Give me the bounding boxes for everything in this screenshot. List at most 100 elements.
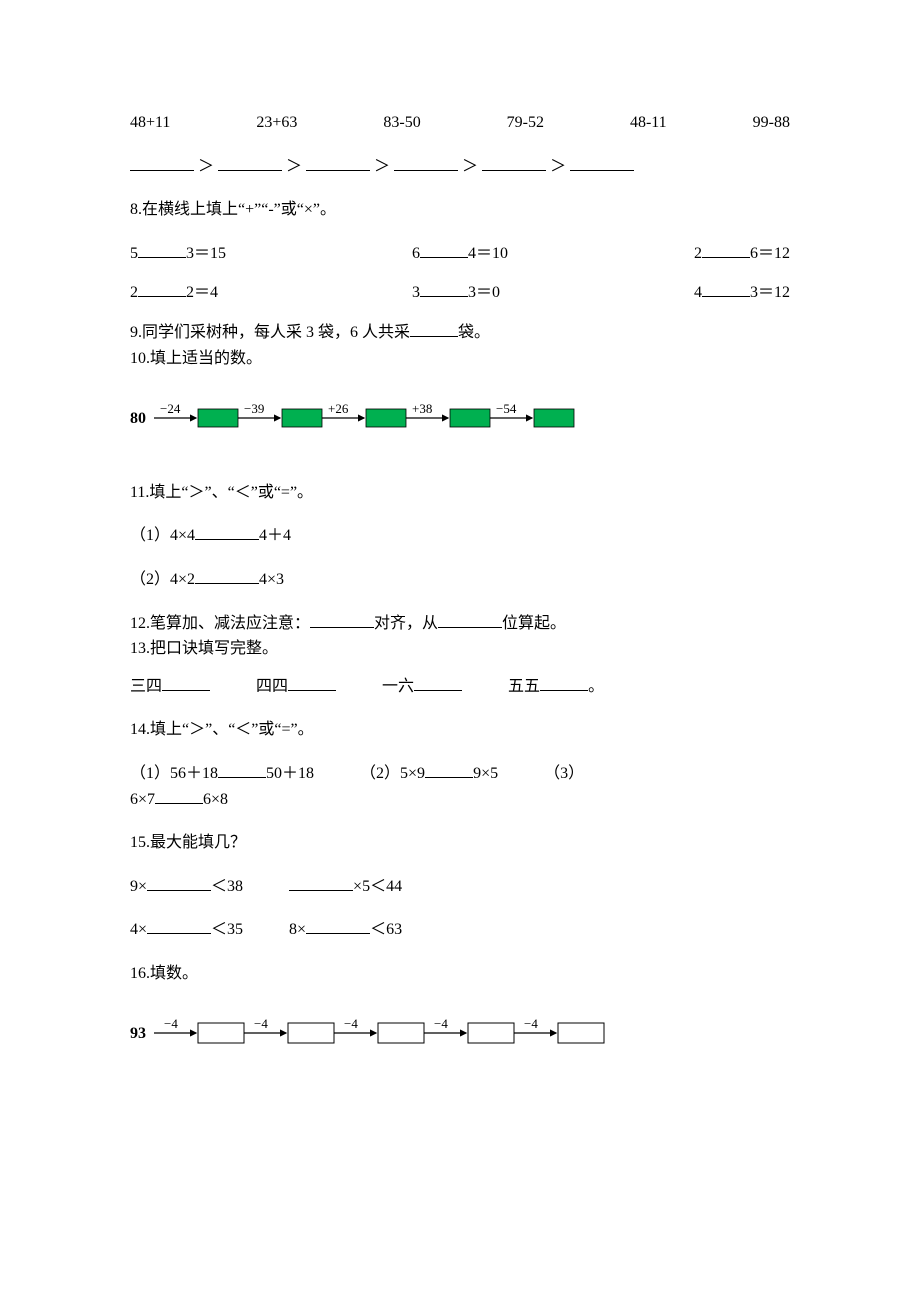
- seg: −4: [334, 1016, 424, 1043]
- q8-eq: 22＝4: [130, 280, 218, 306]
- seg: +38: [406, 401, 490, 427]
- blank[interactable]: [438, 611, 502, 628]
- q7-expressions: 48+11 23+63 83-50 79-52 48-11 99-88: [130, 110, 790, 136]
- answer-box[interactable]: [288, 1023, 334, 1043]
- seg: −4: [244, 1016, 334, 1043]
- worksheet-page: 48+11 23+63 83-50 79-52 48-11 99-88 ＞ ＞ …: [0, 0, 920, 1302]
- blank[interactable]: [147, 874, 211, 891]
- seg: −54: [490, 401, 574, 427]
- q16-diagram: 93 −4 −4 −4 −4 −: [130, 1006, 790, 1065]
- seg: −24: [154, 401, 238, 427]
- q15-r1: 9×＜38 ×5＜44: [130, 874, 790, 900]
- svg-text:−4: −4: [434, 1016, 448, 1031]
- seg: −4: [424, 1016, 514, 1043]
- q8-eq: 26＝12: [694, 241, 790, 267]
- svg-text:−4: −4: [164, 1016, 178, 1031]
- svg-text:+38: +38: [412, 401, 432, 416]
- svg-text:−39: −39: [244, 401, 264, 416]
- answer-box[interactable]: [468, 1023, 514, 1043]
- q8-prompt: 8.在横线上填上“+”“-”或“×”。: [130, 197, 790, 223]
- q8-eq: 64＝10: [412, 241, 508, 267]
- start-value: 93: [130, 1025, 146, 1042]
- blank[interactable]: [482, 154, 546, 171]
- svg-text:+26: +26: [328, 401, 349, 416]
- gt: ＞: [198, 158, 214, 175]
- seg: +26: [322, 401, 406, 427]
- blank[interactable]: [147, 917, 211, 934]
- q15-r2: 4×＜35 8×＜63: [130, 917, 790, 943]
- expr-4: 79-52: [507, 110, 544, 136]
- blank[interactable]: [138, 241, 186, 258]
- start-value: 80: [130, 410, 146, 427]
- blank[interactable]: [155, 787, 203, 804]
- gt: ＞: [286, 158, 302, 175]
- blank[interactable]: [420, 280, 468, 297]
- q10-prompt: 10.填上适当的数。: [130, 346, 790, 372]
- answer-box[interactable]: [534, 409, 574, 427]
- q11-line1: （1）4×44＋4: [130, 523, 790, 549]
- blank[interactable]: [410, 320, 458, 337]
- q8-eq: 43＝12: [694, 280, 790, 306]
- expr-3: 83-50: [383, 110, 420, 136]
- answer-box[interactable]: [198, 1023, 244, 1043]
- answer-box[interactable]: [450, 409, 490, 427]
- blank[interactable]: [702, 280, 750, 297]
- blank[interactable]: [420, 241, 468, 258]
- q16-prompt: 16.填数。: [130, 961, 790, 987]
- q9-line: 9.同学们采树种，每人采 3 袋，6 人共采袋。: [130, 320, 790, 346]
- answer-box[interactable]: [378, 1023, 424, 1043]
- gt: ＞: [462, 158, 478, 175]
- blank[interactable]: [394, 154, 458, 171]
- q11-line2: （2）4×24×3: [130, 567, 790, 593]
- chain-diagram-empty: 93 −4 −4 −4 −4 −: [130, 1006, 690, 1056]
- q12-line: 12.笔算加、减法应注意：对齐，从位算起。: [130, 611, 790, 637]
- blank[interactable]: [195, 567, 259, 584]
- blank[interactable]: [130, 154, 194, 171]
- blank[interactable]: [702, 241, 750, 258]
- gt: ＞: [374, 158, 390, 175]
- blank[interactable]: [218, 761, 266, 778]
- expr-5: 48-11: [630, 110, 667, 136]
- seg: −4: [514, 1016, 604, 1043]
- answer-box[interactable]: [198, 409, 238, 427]
- q13-prompt: 13.把口诀填写完整。: [130, 636, 790, 662]
- svg-text:−4: −4: [524, 1016, 538, 1031]
- expr-6: 99-88: [753, 110, 790, 136]
- blank[interactable]: [310, 611, 374, 628]
- q14-line: （1）56＋1850＋18 （2）5×99×5 （3）: [130, 761, 790, 787]
- expr-2: 23+63: [256, 110, 297, 136]
- blank[interactable]: [425, 761, 473, 778]
- blank[interactable]: [306, 154, 370, 171]
- gt: ＞: [550, 158, 566, 175]
- blank[interactable]: [570, 154, 634, 171]
- chain-diagram-green: 80 −24 −39 +26 +38: [130, 391, 600, 441]
- q10-diagram: 80 −24 −39 +26 +38: [130, 391, 790, 450]
- blank[interactable]: [195, 523, 259, 540]
- q8-row2: 22＝4 33＝0 43＝12: [130, 280, 790, 306]
- seg: −4: [154, 1016, 244, 1043]
- seg: −39: [238, 401, 322, 427]
- q8-row1: 53＝15 64＝10 26＝12: [130, 241, 790, 267]
- svg-text:−4: −4: [344, 1016, 358, 1031]
- expr-1: 48+11: [130, 110, 170, 136]
- answer-box[interactable]: [558, 1023, 604, 1043]
- q8-eq: 33＝0: [412, 280, 500, 306]
- blank[interactable]: [288, 674, 336, 691]
- answer-box[interactable]: [282, 409, 322, 427]
- q15-prompt: 15.最大能填几？: [130, 830, 790, 856]
- blank[interactable]: [138, 280, 186, 297]
- q14-line2: 6×76×8: [130, 787, 790, 813]
- blank[interactable]: [289, 874, 353, 891]
- svg-text:−4: −4: [254, 1016, 268, 1031]
- q8-eq: 53＝15: [130, 241, 226, 267]
- q14-prompt: 14.填上“＞”、“＜”或“=”。: [130, 717, 790, 743]
- svg-text:−54: −54: [496, 401, 517, 416]
- q7-order-line: ＞ ＞ ＞ ＞ ＞: [130, 154, 790, 180]
- blank[interactable]: [218, 154, 282, 171]
- blank[interactable]: [414, 674, 462, 691]
- blank[interactable]: [540, 674, 588, 691]
- answer-box[interactable]: [366, 409, 406, 427]
- blank[interactable]: [306, 917, 370, 934]
- blank[interactable]: [162, 674, 210, 691]
- q13-line: 三四 四四 一六 五五。: [130, 674, 790, 700]
